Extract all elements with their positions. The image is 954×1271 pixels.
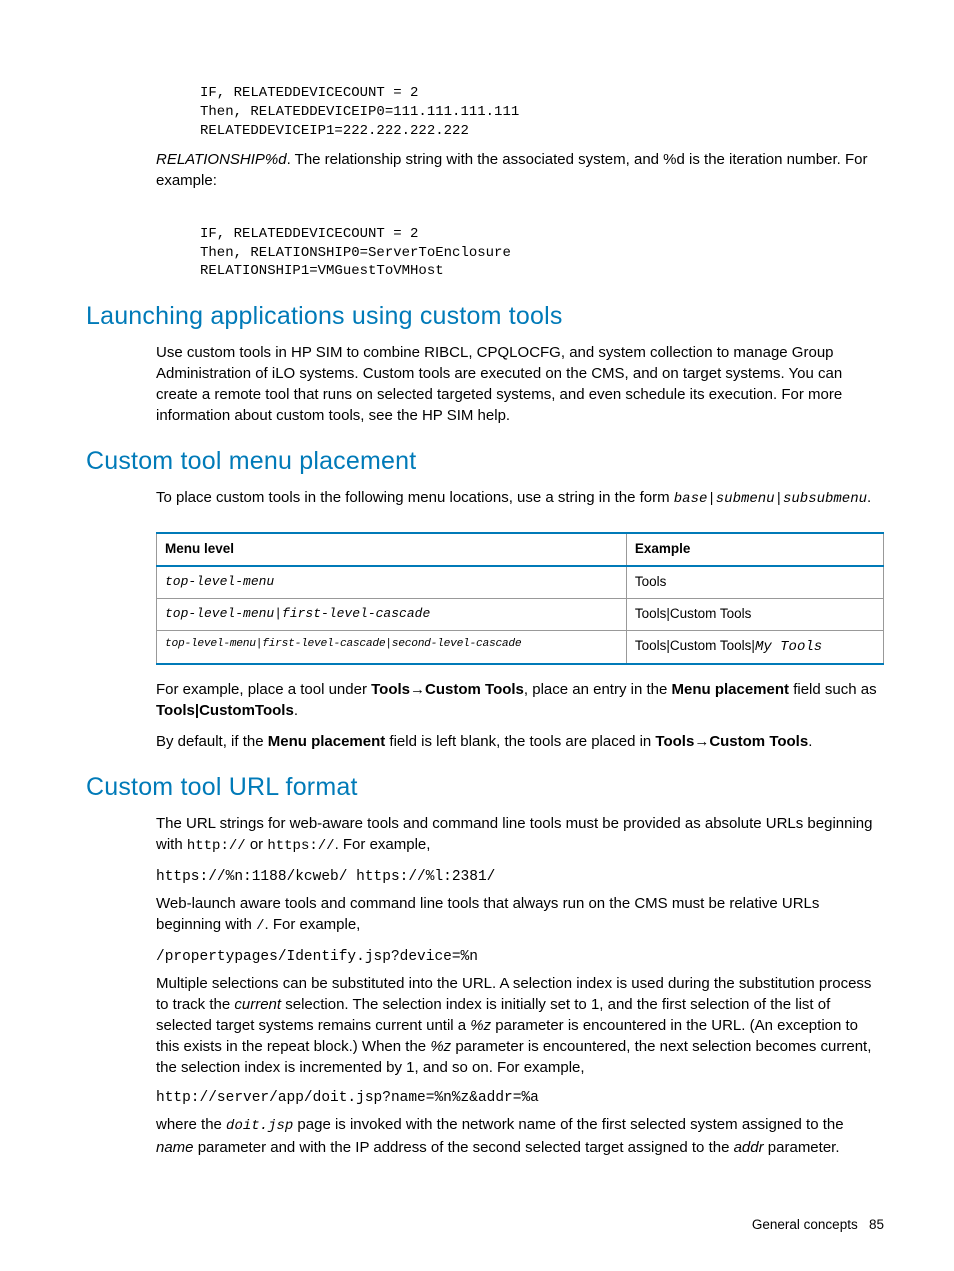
code-url-example-1: https://%n:1188/kcweb/ https://%l:2381/	[156, 867, 884, 887]
text-run: .	[294, 702, 298, 719]
text: To place custom tools in the following m…	[156, 489, 674, 506]
page-footer: General concepts 85	[752, 1216, 884, 1235]
text-run: where the	[156, 1116, 226, 1133]
text: . For example,	[264, 916, 360, 933]
page-number: 85	[869, 1217, 884, 1232]
text-run: Menu placement	[672, 681, 790, 698]
text-run: , place an entry in the	[524, 681, 672, 698]
code-block-1: IF, RELATEDDEVICECOUNT = 2 Then, RELATED…	[200, 84, 884, 141]
cell-example: Tools|Custom Tools|My Tools	[626, 630, 883, 664]
text-run: %z	[430, 1038, 451, 1055]
col-menu-level: Menu level	[157, 533, 627, 566]
text-run: Menu placement	[268, 733, 386, 750]
text-run: field such as	[789, 681, 877, 698]
table-row: top-level-menu|first-level-cascade|secon…	[157, 630, 884, 664]
code-url-example-3: http://server/app/doit.jsp?name=%n%z&add…	[156, 1088, 884, 1108]
text-run: →	[694, 733, 709, 750]
code-inline: http://	[187, 838, 246, 854]
table-row: top-level-menuTools	[157, 566, 884, 598]
text-run: %z	[470, 1017, 491, 1034]
heading-launching: Launching applications using custom tool…	[86, 299, 884, 334]
text-run: Tools	[655, 733, 694, 750]
cell-menu-level: top-level-menu|first-level-cascade	[157, 598, 627, 630]
col-example: Example	[626, 533, 883, 566]
code-block-2: IF, RELATEDDEVICECOUNT = 2 Then, RELATIO…	[200, 225, 884, 282]
cell-example: Tools	[626, 566, 883, 598]
term: RELATIONSHIP%d	[156, 151, 287, 168]
text-run: parameter.	[764, 1139, 840, 1156]
text-run: page is invoked with the network name of…	[293, 1116, 843, 1133]
menu-level-table: Menu level Example top-level-menuToolsto…	[156, 532, 884, 665]
text-run: field is left blank, the tools are place…	[385, 733, 655, 750]
text-run: Custom Tools	[425, 681, 524, 698]
text-run: .	[808, 733, 812, 750]
text-run: name	[156, 1139, 194, 1156]
para-doit-desc: where the doit.jsp page is invoked with …	[156, 1114, 884, 1158]
code-inline: https://	[267, 838, 334, 854]
para-url-absolute: The URL strings for web-aware tools and …	[156, 813, 884, 857]
para-default-place: By default, if the Menu placement field …	[156, 731, 884, 752]
text-run: doit.jsp	[226, 1118, 293, 1134]
text-run: By default, if the	[156, 733, 268, 750]
text-run: →	[410, 681, 425, 698]
text-run: Custom Tools	[709, 733, 808, 750]
table-row: top-level-menu|first-level-cascadeTools|…	[157, 598, 884, 630]
code-inline: base|submenu|subsubmenu	[674, 491, 867, 507]
text-run: For example, place a tool under	[156, 681, 371, 698]
text: or	[246, 836, 268, 853]
heading-menu-placement: Custom tool menu placement	[86, 444, 884, 479]
text-run: addr	[734, 1139, 764, 1156]
heading-url-format: Custom tool URL format	[86, 770, 884, 805]
text: .	[867, 489, 871, 506]
para-menu-placement: To place custom tools in the following m…	[156, 487, 884, 510]
para-url-relative: Web-launch aware tools and command line …	[156, 893, 884, 937]
relationship-desc: RELATIONSHIP%d. The relationship string …	[156, 149, 884, 191]
cell-example: Tools|Custom Tools	[626, 598, 883, 630]
para-example-place: For example, place a tool under Tools→Cu…	[156, 679, 884, 721]
code-url-example-2: /propertypages/Identify.jsp?device=%n	[156, 947, 884, 967]
cell-menu-level: top-level-menu|first-level-cascade|secon…	[157, 630, 627, 664]
para-multi-select: Multiple selections can be substituted i…	[156, 973, 884, 1078]
para-launching: Use custom tools in HP SIM to combine RI…	[156, 342, 884, 426]
table-header-row: Menu level Example	[157, 533, 884, 566]
text-run: Tools|CustomTools	[156, 702, 294, 719]
cell-menu-level: top-level-menu	[157, 566, 627, 598]
text: . For example,	[335, 836, 431, 853]
text-run: current	[234, 996, 281, 1013]
footer-section: General concepts	[752, 1217, 858, 1232]
text-run: Tools	[371, 681, 410, 698]
text-run: parameter and with the IP address of the…	[194, 1139, 734, 1156]
